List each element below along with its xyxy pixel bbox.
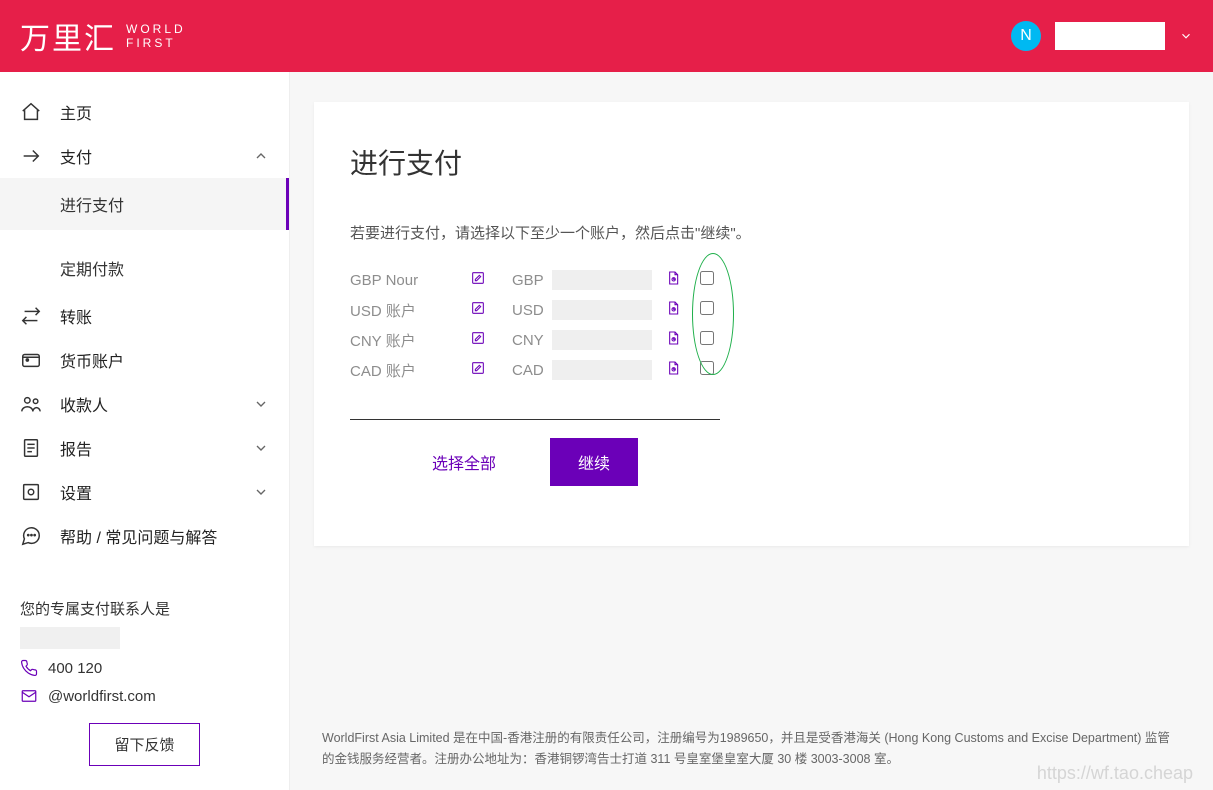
report-icon xyxy=(20,437,42,459)
contact-block: 您的专属支付联系人是 400 120 @worldfirst.com 留下反馈 xyxy=(0,598,289,790)
sidebar-subitem-make-payment[interactable]: 进行支付 xyxy=(0,178,289,230)
account-checkbox[interactable] xyxy=(700,361,714,375)
arrow-right-icon xyxy=(20,145,42,167)
account-currency: GBP xyxy=(512,272,552,289)
sidebar-item-payee[interactable]: 收款人 xyxy=(0,382,289,426)
sidebar-item-label: 报告 xyxy=(60,436,92,460)
continue-button[interactable]: 继续 xyxy=(550,438,638,486)
mail-icon xyxy=(20,687,38,705)
user-dropdown[interactable] xyxy=(1055,22,1165,50)
footer-disclaimer: WorldFirst Asia Limited 是在中国-香港注册的有限责任公司… xyxy=(314,708,1189,771)
main-content: 进行支付 若要进行支付，请选择以下至少一个账户，然后点击"继续"。 GBP No… xyxy=(290,72,1213,790)
sidebar-item-label: 设置 xyxy=(60,480,92,504)
sidebar-item-label: 主页 xyxy=(60,100,92,124)
sidebar-item-pay[interactable]: 支付 xyxy=(0,134,289,178)
payment-card: 进行支付 若要进行支付，请选择以下至少一个账户，然后点击"继续"。 GBP No… xyxy=(314,102,1189,546)
chevron-down-icon xyxy=(253,396,269,412)
account-amount-redacted xyxy=(552,300,652,320)
account-checkbox[interactable] xyxy=(700,271,714,285)
avatar[interactable]: N xyxy=(1011,21,1041,51)
phone-icon xyxy=(20,659,38,677)
sidebar-item-label: 转账 xyxy=(60,304,92,328)
chevron-down-icon xyxy=(253,440,269,456)
contact-name-redacted xyxy=(20,627,120,649)
sidebar: 主页支付进行支付定期付款转账货币账户收款人报告设置帮助 / 常见问题与解答 您的… xyxy=(0,72,290,790)
contact-title: 您的专属支付联系人是 xyxy=(20,598,269,619)
statement-icon[interactable] xyxy=(665,330,681,346)
account-checkbox[interactable] xyxy=(700,331,714,345)
wallet-icon xyxy=(20,349,42,371)
logo: 万里汇 WORLD FIRST xyxy=(20,14,186,58)
account-name: USD 账户 xyxy=(350,300,470,321)
account-currency: CAD xyxy=(512,362,552,379)
home-icon xyxy=(20,101,42,123)
chevron-down-icon[interactable] xyxy=(1179,29,1193,43)
edit-icon[interactable] xyxy=(470,300,486,316)
contact-email[interactable]: @worldfirst.com xyxy=(20,687,269,705)
sidebar-item-home[interactable]: 主页 xyxy=(0,90,289,134)
divider xyxy=(350,419,720,420)
sidebar-item-label: 货币账户 xyxy=(60,348,124,372)
account-name: CAD 账户 xyxy=(350,360,470,381)
edit-icon[interactable] xyxy=(470,360,486,376)
account-name: CNY 账户 xyxy=(350,330,470,351)
sidebar-item-label: 帮助 / 常见问题与解答 xyxy=(60,524,217,548)
sidebar-item-help[interactable]: 帮助 / 常见问题与解答 xyxy=(0,514,289,558)
account-row: CAD 账户 CAD xyxy=(350,355,730,385)
statement-icon[interactable] xyxy=(665,300,681,316)
people-icon xyxy=(20,393,42,415)
chat-icon xyxy=(20,525,42,547)
select-all-button[interactable]: 选择全部 xyxy=(432,450,496,474)
hint-text: 若要进行支付，请选择以下至少一个账户，然后点击"继续"。 xyxy=(350,222,1153,243)
account-currency: CNY xyxy=(512,332,552,349)
sidebar-item-label: 支付 xyxy=(60,144,92,168)
sidebar-subitem-recurring[interactable]: 定期付款 xyxy=(0,242,289,294)
page-title: 进行支付 xyxy=(350,142,1153,182)
edit-icon[interactable] xyxy=(470,270,486,286)
account-amount-redacted xyxy=(552,360,652,380)
contact-phone[interactable]: 400 120 xyxy=(20,659,269,677)
edit-icon[interactable] xyxy=(470,330,486,346)
swap-icon xyxy=(20,305,42,327)
statement-icon[interactable] xyxy=(665,270,681,286)
sidebar-item-settings[interactable]: 设置 xyxy=(0,470,289,514)
account-checkbox[interactable] xyxy=(700,301,714,315)
account-name: GBP Nour xyxy=(350,272,470,289)
account-amount-redacted xyxy=(552,330,652,350)
logo-en: WORLD FIRST xyxy=(126,22,186,51)
gear-icon xyxy=(20,481,42,503)
app-header: 万里汇 WORLD FIRST N xyxy=(0,0,1213,72)
feedback-button[interactable]: 留下反馈 xyxy=(89,723,199,766)
account-row: CNY 账户 CNY xyxy=(350,325,730,355)
account-row: USD 账户 USD xyxy=(350,295,730,325)
sidebar-item-currency[interactable]: 货币账户 xyxy=(0,338,289,382)
logo-cn: 万里汇 xyxy=(20,14,116,58)
account-currency: USD xyxy=(512,302,552,319)
chevron-up-icon xyxy=(253,148,269,164)
header-right: N xyxy=(1011,21,1193,51)
account-row: GBP Nour GBP xyxy=(350,265,730,295)
statement-icon[interactable] xyxy=(665,360,681,376)
sidebar-item-report[interactable]: 报告 xyxy=(0,426,289,470)
sidebar-item-transfer[interactable]: 转账 xyxy=(0,294,289,338)
account-amount-redacted xyxy=(552,270,652,290)
chevron-down-icon xyxy=(253,484,269,500)
sidebar-item-label: 收款人 xyxy=(60,392,108,416)
